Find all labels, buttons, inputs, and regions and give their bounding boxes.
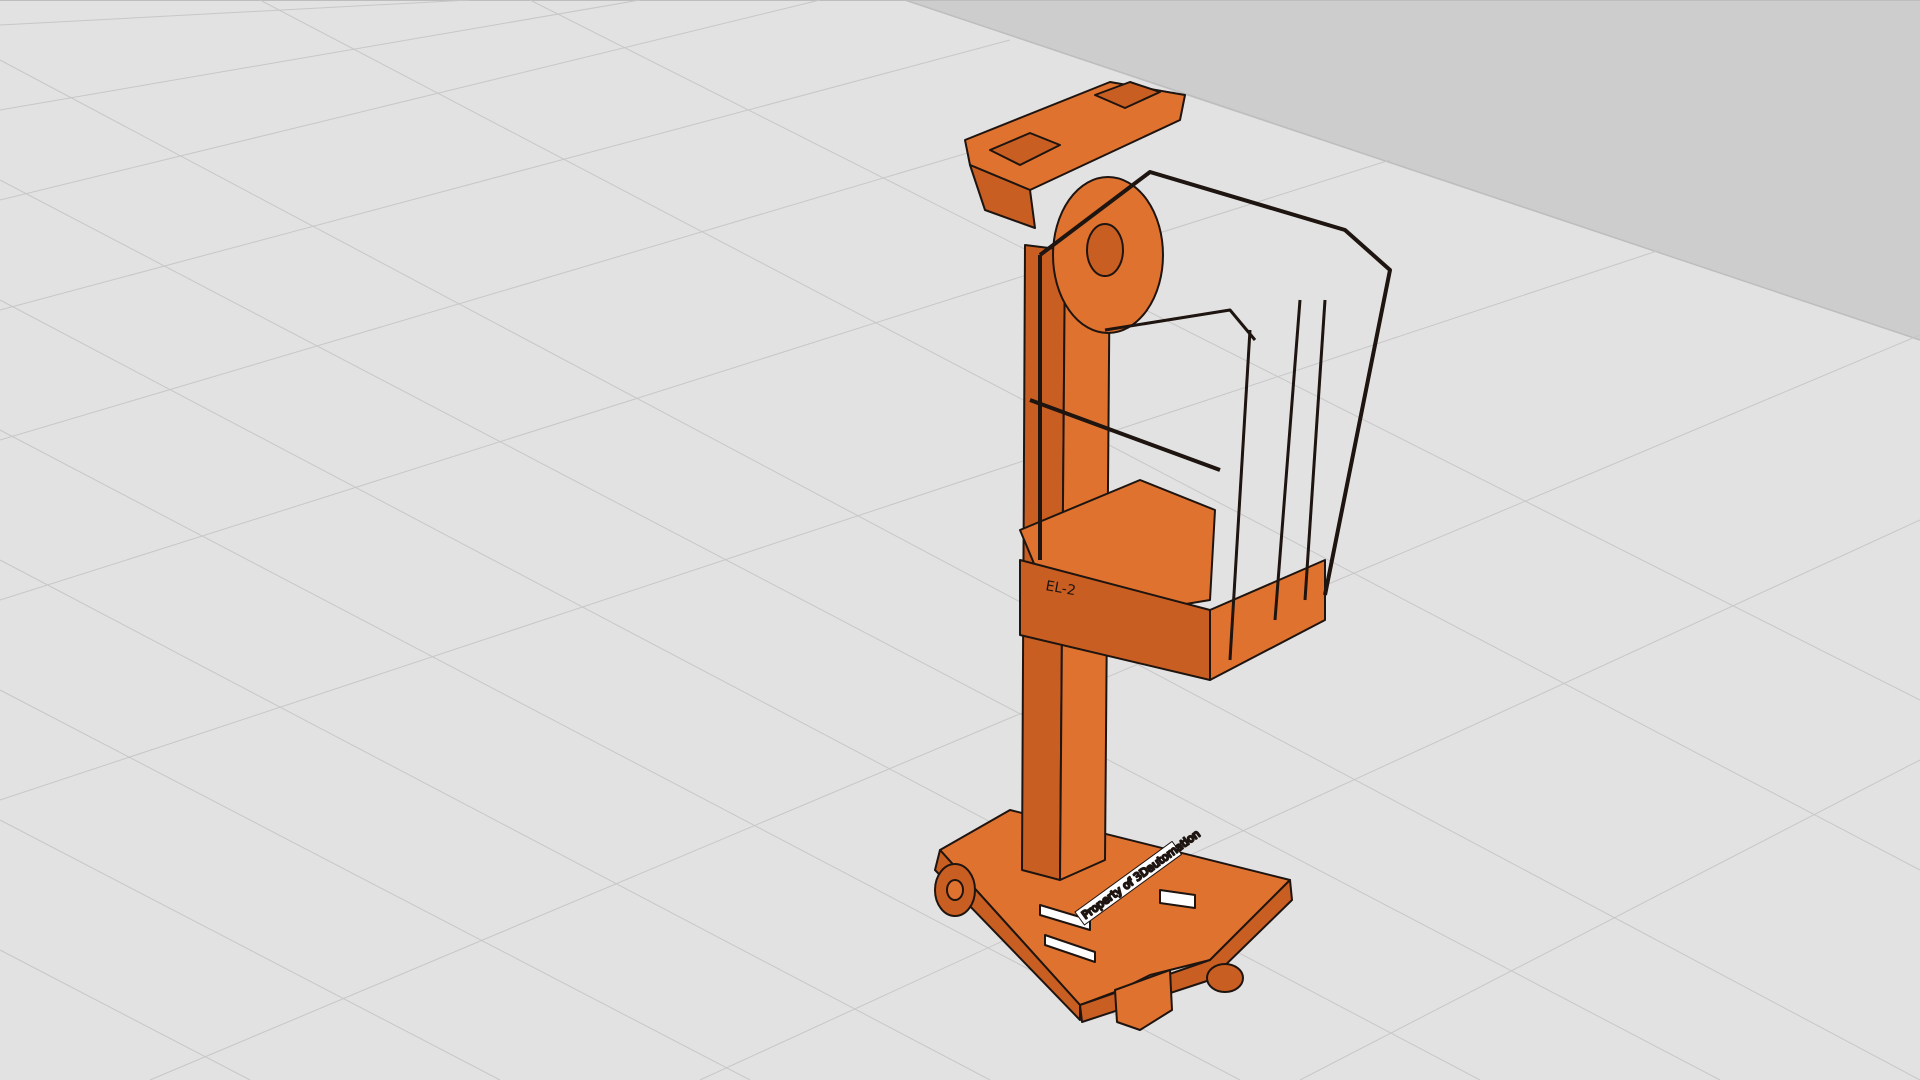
wheel-hub-left <box>946 879 964 901</box>
reel-hub <box>1086 223 1124 277</box>
3d-viewport[interactable]: Property of 3Dautomation EL-2 <box>0 0 1920 1080</box>
wheel-right <box>1206 963 1244 993</box>
scene-canvas[interactable]: Property of 3Dautomation EL-2 <box>0 0 1920 1080</box>
